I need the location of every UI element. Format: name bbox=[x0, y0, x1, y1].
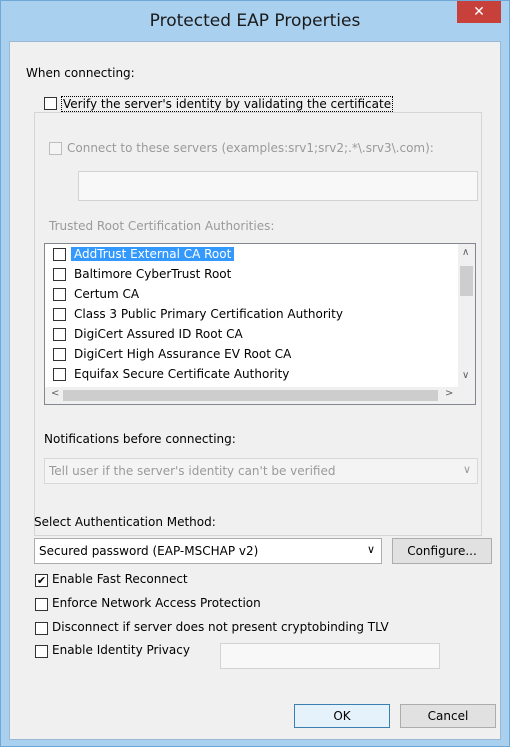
list-item-label: Class 3 Public Primary Certification Aut… bbox=[74, 307, 343, 321]
list-item[interactable]: AddTrust External CA Root bbox=[53, 245, 443, 265]
chevron-down-icon: ∨ bbox=[366, 543, 375, 556]
horizontal-scrollbar[interactable]: < > bbox=[45, 387, 475, 404]
trusted-root-label: Trusted Root Certification Authorities: bbox=[49, 219, 275, 233]
title-bar[interactable]: Protected EAP Properties ✕ bbox=[1, 1, 509, 41]
eap-properties-window: Protected EAP Properties ✕ When connecti… bbox=[0, 0, 510, 747]
list-item-checkbox[interactable] bbox=[53, 288, 66, 301]
list-item-label: Baltimore CyberTrust Root bbox=[74, 267, 232, 281]
scroll-right-icon[interactable]: > bbox=[445, 388, 453, 399]
list-item-checkbox[interactable] bbox=[53, 368, 66, 381]
list-item-label: AddTrust External CA Root bbox=[71, 247, 235, 261]
nap-label: Enforce Network Access Protection bbox=[52, 596, 261, 610]
list-item[interactable]: Certum CA bbox=[53, 285, 443, 305]
trusted-root-list[interactable]: AddTrust External CA Root Baltimore Cybe… bbox=[44, 243, 476, 405]
chevron-down-icon: ∨ bbox=[462, 463, 471, 476]
close-button[interactable]: ✕ bbox=[457, 1, 501, 23]
verify-server-checkbox[interactable] bbox=[44, 97, 57, 110]
list-item[interactable]: DigiCert Assured ID Root CA bbox=[53, 325, 443, 345]
list-item-checkbox[interactable] bbox=[53, 248, 66, 261]
auth-method-value: Secured password (EAP-MSCHAP v2) bbox=[39, 544, 259, 558]
list-item-checkbox[interactable] bbox=[53, 328, 66, 341]
cryptobinding-checkbox[interactable] bbox=[35, 622, 48, 635]
auth-method-label: Select Authentication Method: bbox=[34, 515, 216, 529]
scroll-left-icon[interactable]: < bbox=[51, 388, 59, 399]
list-item-checkbox[interactable] bbox=[53, 308, 66, 321]
connect-servers-label: Connect to these servers (examples:srv1;… bbox=[67, 141, 434, 155]
list-item-checkbox[interactable] bbox=[53, 348, 66, 361]
nap-checkbox[interactable] bbox=[35, 598, 48, 611]
scroll-up-icon[interactable]: ∧ bbox=[462, 247, 469, 258]
window-title: Protected EAP Properties bbox=[149, 11, 361, 31]
list-item[interactable]: Baltimore CyberTrust Root bbox=[53, 265, 443, 285]
list-item[interactable]: Equifax Secure Certificate Authority bbox=[53, 365, 443, 385]
list-item-label: Equifax Secure Certificate Authority bbox=[74, 367, 290, 381]
vertical-scrollbar[interactable]: ∧ ∨ bbox=[458, 244, 475, 387]
notifications-select[interactable]: Tell user if the server's identity can't… bbox=[44, 458, 478, 484]
close-icon: ✕ bbox=[473, 4, 485, 20]
horizontal-scroll-thumb[interactable] bbox=[63, 390, 438, 401]
scroll-down-icon[interactable]: ∨ bbox=[462, 370, 469, 381]
list-item[interactable]: DigiCert High Assurance EV Root CA bbox=[53, 345, 443, 365]
notifications-label: Notifications before connecting: bbox=[44, 432, 236, 446]
vertical-scroll-thumb[interactable] bbox=[460, 266, 473, 296]
auth-method-select[interactable]: Secured password (EAP-MSCHAP v2) ∨ bbox=[34, 538, 382, 564]
identity-input[interactable] bbox=[220, 643, 440, 669]
notifications-value: Tell user if the server's identity can't… bbox=[49, 464, 336, 478]
identity-privacy-checkbox[interactable] bbox=[35, 645, 48, 658]
cancel-button[interactable]: Cancel bbox=[400, 704, 496, 728]
fast-reconnect-label: Enable Fast Reconnect bbox=[52, 572, 188, 586]
ok-button[interactable]: OK bbox=[294, 704, 390, 728]
verify-server-label: Verify the server's identity by validati… bbox=[61, 96, 394, 112]
list-item-label: DigiCert High Assurance EV Root CA bbox=[74, 347, 292, 361]
identity-privacy-label: Enable Identity Privacy bbox=[52, 643, 190, 657]
servers-input[interactable] bbox=[78, 171, 478, 201]
cryptobinding-label: Disconnect if server does not present cr… bbox=[52, 620, 389, 634]
dialog-body: When connecting: Verify the server's ide… bbox=[9, 41, 501, 740]
connect-servers-checkbox[interactable] bbox=[49, 142, 62, 155]
list-item-label: Certum CA bbox=[74, 287, 140, 301]
fast-reconnect-checkbox[interactable]: ✔ bbox=[35, 574, 48, 587]
list-item-label: DigiCert Assured ID Root CA bbox=[74, 327, 243, 341]
list-item-checkbox[interactable] bbox=[53, 268, 66, 281]
when-connecting-label: When connecting: bbox=[26, 66, 135, 80]
configure-button[interactable]: Configure... bbox=[392, 538, 492, 564]
list-item[interactable]: Class 3 Public Primary Certification Aut… bbox=[53, 305, 443, 325]
